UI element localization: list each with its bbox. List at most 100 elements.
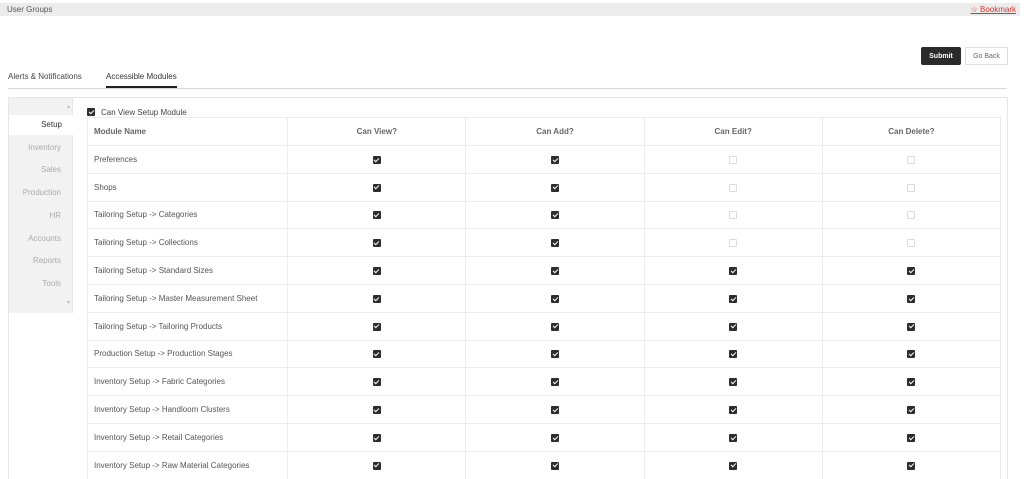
can-view-setup-module[interactable]: Can View Setup Module: [87, 107, 187, 117]
can-add-checkbox[interactable]: [551, 155, 559, 164]
can-view-checkbox[interactable]: [372, 266, 381, 275]
can-delete-checkbox[interactable]: [907, 378, 916, 387]
can-delete-checkbox[interactable]: [907, 239, 916, 248]
can-delete-checkbox[interactable]: [907, 322, 916, 331]
can-edit-checkbox[interactable]: [729, 405, 738, 414]
table-row: Inventory Setup -> Raw Material Categori…: [86, 450, 1002, 479]
can-edit-checkbox[interactable]: [729, 211, 738, 220]
table-row: Preferences: [86, 145, 1002, 174]
can-edit-cell: [643, 395, 823, 424]
can-edit-checkbox[interactable]: [729, 461, 738, 470]
can-delete-cell: [821, 422, 1002, 452]
can-add-checkbox[interactable]: [551, 294, 559, 303]
column-header-module-name: Module Name: [86, 117, 289, 146]
can-view-cell: [287, 367, 467, 397]
tab-accessible-modules[interactable]: Accessible Modules: [106, 72, 177, 88]
can-edit-checkbox[interactable]: [729, 183, 738, 192]
can-delete-checkbox[interactable]: [907, 433, 916, 442]
submit-button[interactable]: Submit: [921, 47, 961, 65]
can-add-checkbox[interactable]: [551, 322, 559, 331]
table-row: Tailoring Setup -> Standard Sizes: [86, 256, 1002, 285]
can-delete-cell: [821, 200, 1002, 230]
can-edit-checkbox[interactable]: [729, 433, 738, 442]
sidenav-item-setup[interactable]: Setup: [9, 115, 73, 135]
can-delete-checkbox[interactable]: [907, 183, 916, 192]
sidenav-item-production[interactable]: Production: [9, 183, 72, 203]
module-name-cell: Tailoring Setup -> Collections: [86, 228, 289, 258]
checkbox-icon[interactable]: [87, 108, 95, 116]
can-edit-checkbox[interactable]: [729, 350, 738, 359]
can-view-setup-module-label: Can View Setup Module: [101, 107, 187, 117]
can-view-checkbox[interactable]: [372, 211, 381, 220]
can-view-checkbox[interactable]: [372, 433, 381, 442]
can-delete-checkbox[interactable]: [907, 211, 916, 220]
modules-panel: ▴ Setup Inventory Sales Production HR Account…: [8, 97, 1008, 479]
table-row: Shops: [86, 172, 1002, 202]
can-view-checkbox[interactable]: [372, 322, 381, 331]
can-edit-checkbox[interactable]: [729, 155, 738, 164]
can-edit-checkbox[interactable]: [729, 378, 738, 387]
can-view-checkbox[interactable]: [372, 239, 381, 248]
can-add-checkbox[interactable]: [551, 350, 559, 359]
sidenav-item-inventory[interactable]: Inventory: [9, 138, 72, 158]
can-add-checkbox[interactable]: [551, 433, 559, 442]
table-row: Tailoring Setup -> Categories: [86, 200, 1002, 230]
can-edit-checkbox[interactable]: [729, 294, 738, 303]
sidenav-item-tools[interactable]: Tools: [9, 274, 72, 294]
can-add-cell: [465, 200, 645, 230]
can-edit-checkbox[interactable]: [729, 322, 738, 331]
can-delete-checkbox[interactable]: [907, 155, 916, 164]
module-name-cell: Tailoring Setup -> Categories: [86, 200, 289, 230]
can-edit-cell: [643, 200, 823, 230]
can-view-checkbox[interactable]: [372, 378, 381, 387]
table-row: Inventory Setup -> Handloom Clusters: [86, 395, 1002, 424]
go-back-button[interactable]: Go Back: [965, 47, 1008, 65]
tab-alerts-notifications[interactable]: Alerts & Notifications: [8, 72, 82, 88]
sidenav-item-reports[interactable]: Reports: [9, 251, 72, 271]
can-view-checkbox[interactable]: [372, 405, 381, 414]
can-delete-checkbox[interactable]: [907, 461, 916, 470]
can-delete-cell: [821, 367, 1002, 397]
can-add-cell: [465, 311, 645, 341]
can-add-cell: [465, 367, 645, 397]
can-delete-checkbox[interactable]: [907, 266, 916, 275]
chevron-down-icon[interactable]: ▾: [67, 299, 70, 306]
bookmark-link[interactable]: ☆ Bookmark: [971, 5, 1016, 14]
can-add-checkbox[interactable]: [551, 239, 559, 248]
module-name-cell: Tailoring Setup -> Tailoring Products: [86, 311, 289, 341]
can-view-checkbox[interactable]: [372, 183, 381, 192]
can-add-checkbox[interactable]: [551, 183, 559, 192]
can-add-checkbox[interactable]: [551, 405, 559, 414]
sidenav-item-accounts[interactable]: Accounts: [9, 229, 72, 249]
can-view-cell: [287, 172, 467, 202]
can-edit-cell: [643, 367, 823, 397]
can-view-cell: [287, 339, 467, 369]
can-edit-checkbox[interactable]: [729, 239, 738, 248]
chevron-up-icon[interactable]: ▴: [67, 103, 70, 110]
can-delete-cell: [821, 311, 1002, 341]
can-edit-cell: [643, 228, 823, 258]
can-view-checkbox[interactable]: [372, 155, 381, 164]
sidenav-item-hr[interactable]: HR: [9, 206, 72, 226]
can-delete-checkbox[interactable]: [907, 294, 916, 303]
column-header-can-edit: Can Edit?: [643, 117, 823, 146]
can-view-cell: [287, 450, 467, 479]
can-add-checkbox[interactable]: [551, 266, 559, 275]
table-row: Tailoring Setup -> Master Measurement Sh…: [86, 283, 1002, 313]
can-add-checkbox[interactable]: [551, 461, 559, 470]
table-row: Production Setup -> Production Stages: [86, 339, 1002, 369]
can-delete-checkbox[interactable]: [907, 350, 916, 359]
can-edit-checkbox[interactable]: [729, 266, 738, 275]
module-name-cell: Production Setup -> Production Stages: [86, 339, 289, 369]
can-add-checkbox[interactable]: [551, 378, 559, 387]
can-view-checkbox[interactable]: [372, 350, 381, 359]
can-add-checkbox[interactable]: [551, 211, 559, 220]
can-view-checkbox[interactable]: [372, 461, 381, 470]
module-sidenav: ▴ Setup Inventory Sales Production HR Account…: [9, 98, 73, 313]
can-add-cell: [465, 450, 645, 479]
module-name-cell: Inventory Setup -> Handloom Clusters: [86, 395, 289, 424]
can-view-checkbox[interactable]: [372, 294, 381, 303]
sidenav-item-sales[interactable]: Sales: [9, 160, 72, 180]
can-delete-checkbox[interactable]: [907, 405, 916, 414]
can-add-cell: [465, 256, 645, 285]
